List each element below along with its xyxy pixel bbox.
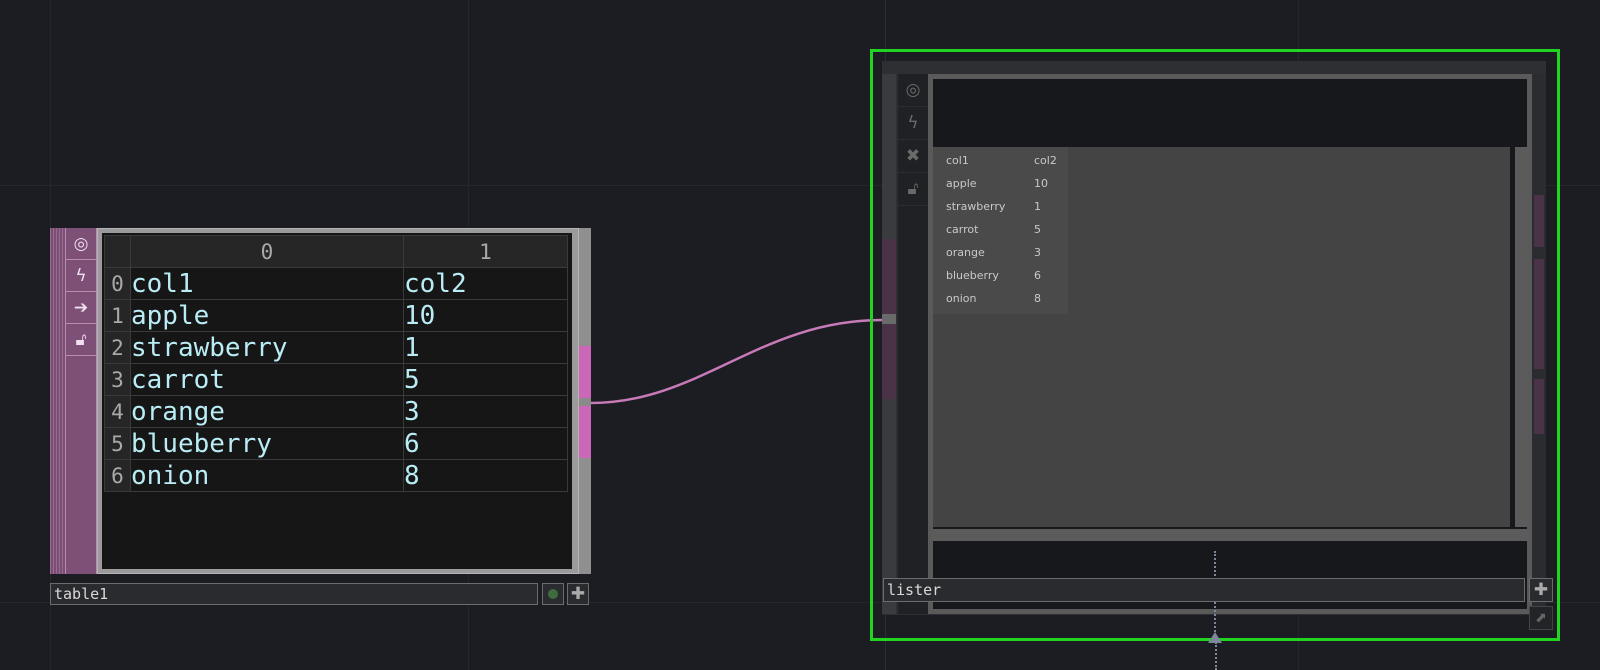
lister-node[interactable]: ◎ ϟ ✖ 🔓︎ col1 col2 apple 10 strawberry 1… <box>870 49 1560 643</box>
arrow-up-icon <box>1208 632 1222 643</box>
dependency-link <box>1215 642 1217 670</box>
selection-outline <box>870 49 1560 641</box>
